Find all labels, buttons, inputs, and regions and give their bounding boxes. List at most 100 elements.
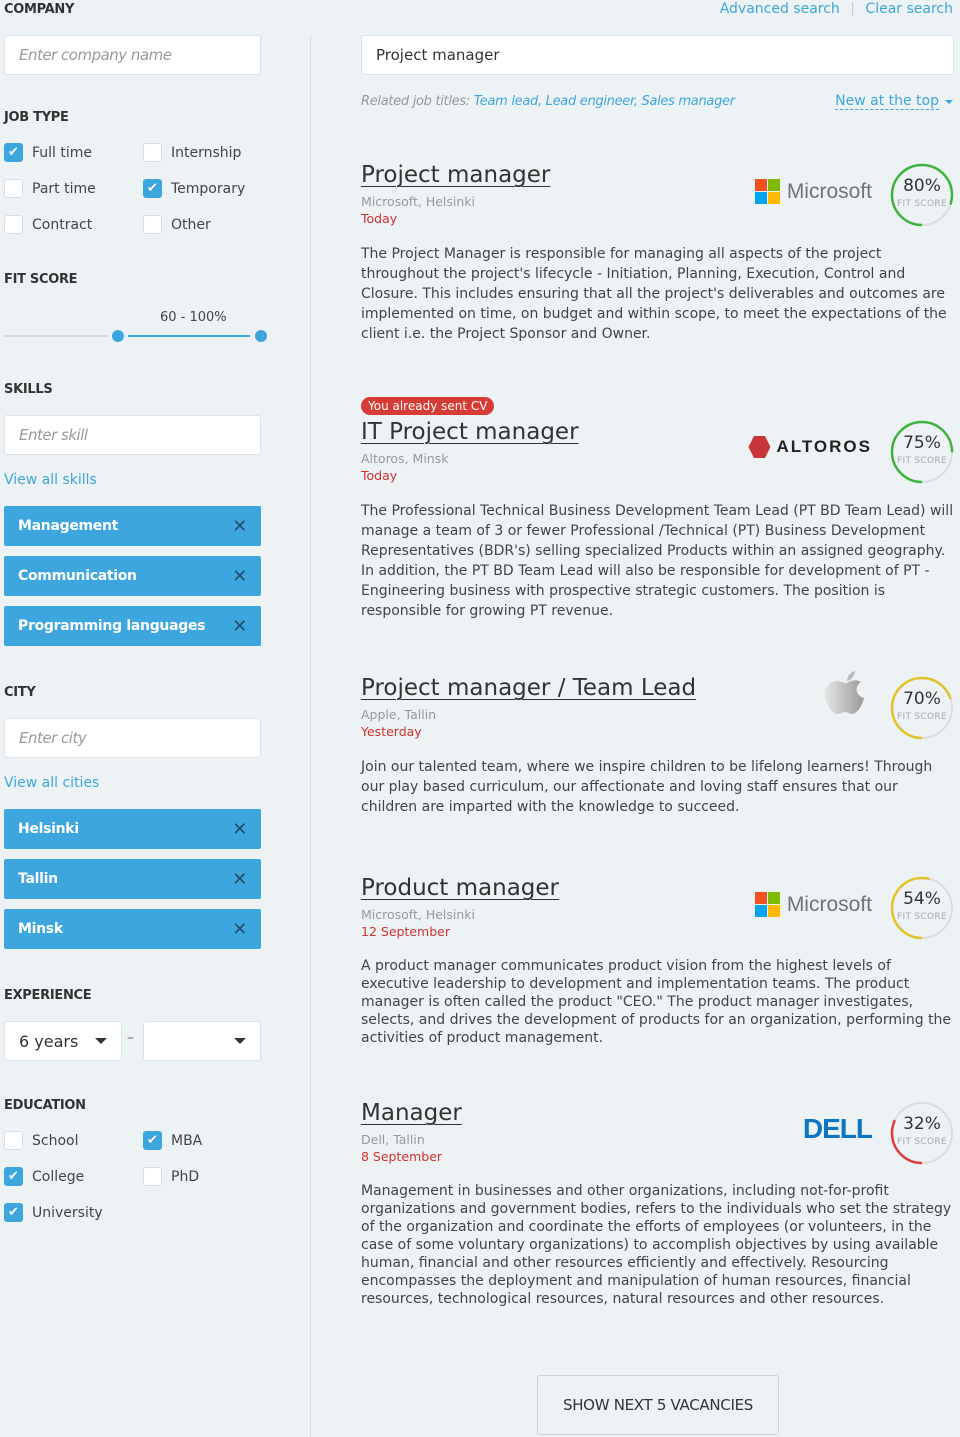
- close-icon[interactable]: ✕: [232, 919, 247, 940]
- slider-max-handle[interactable]: [255, 330, 267, 342]
- tag-label: Programming languages: [18, 618, 206, 634]
- company-heading: COMPANY: [4, 2, 75, 17]
- job-type-option[interactable]: ✔ Temporary: [143, 179, 245, 198]
- job-date: Today: [361, 211, 398, 226]
- checkbox[interactable]: [4, 1131, 23, 1150]
- job-search-input[interactable]: Project manager: [361, 35, 954, 75]
- tag-label: Communication: [18, 568, 137, 584]
- job-type-option[interactable]: ✔ Full time: [4, 143, 92, 162]
- job-date: 12 September: [361, 924, 450, 939]
- checkbox[interactable]: ✔: [143, 179, 162, 198]
- fit-score-value: 75%: [903, 433, 941, 453]
- close-icon[interactable]: ✕: [232, 616, 247, 637]
- checkbox[interactable]: ✔: [4, 1167, 23, 1186]
- slider-range: [128, 335, 250, 337]
- job-description: Join our talented team, where we inspire…: [361, 759, 933, 815]
- experience-from-select[interactable]: 6 years: [4, 1021, 122, 1061]
- job-date: 8 September: [361, 1149, 443, 1164]
- skill-tag: Programming languages ✕: [4, 606, 261, 646]
- city-tag: Minsk ✕: [4, 909, 261, 949]
- checkbox[interactable]: [143, 143, 162, 162]
- checkbox[interactable]: [143, 1167, 162, 1186]
- checkbox-label: Other: [171, 216, 211, 233]
- checkbox-label: Internship: [171, 144, 242, 161]
- job-card: Project manager / Team Lead Apple, Talli…: [361, 671, 954, 817]
- chevron-down-icon: [234, 1038, 246, 1044]
- skill-tag: Management ✕: [4, 506, 261, 546]
- advanced-search-link[interactable]: Advanced search: [720, 1, 840, 17]
- company-placeholder: Enter company name: [19, 46, 172, 64]
- caret-down-icon: [945, 99, 953, 104]
- header-links: Advanced search | Clear search: [720, 1, 953, 17]
- checkbox[interactable]: [4, 215, 23, 234]
- experience-to-select[interactable]: [143, 1021, 261, 1061]
- range-dash: –: [127, 1030, 134, 1046]
- checkbox-label: Part time: [32, 180, 96, 197]
- company-input[interactable]: Enter company name: [4, 35, 261, 75]
- job-type-option[interactable]: Part time: [4, 179, 96, 198]
- fit-score-ring: 32% FIT SCORE: [890, 1101, 954, 1165]
- separator: |: [850, 1, 855, 17]
- fit-score-ring: 80% FIT SCORE: [890, 163, 954, 227]
- chevron-down-icon: [95, 1038, 107, 1044]
- job-card: Manager Dell, Tallin 8 September Managem…: [361, 1100, 954, 1308]
- job-card: You already sent CV IT Project manager A…: [361, 397, 954, 621]
- job-card: Project manager Microsoft, Helsinki Toda…: [361, 162, 954, 344]
- close-icon[interactable]: ✕: [232, 516, 247, 537]
- checkbox[interactable]: ✔: [4, 1203, 23, 1222]
- education-option[interactable]: School: [4, 1131, 78, 1150]
- checkbox-label: Temporary: [171, 180, 246, 197]
- fit-score-value: 54%: [903, 889, 941, 909]
- related-links[interactable]: Team lead, Lead engineer, Sales manager: [474, 94, 735, 109]
- skill-placeholder: Enter skill: [19, 426, 88, 444]
- checkbox[interactable]: [143, 215, 162, 234]
- checkbox-label: College: [32, 1168, 85, 1185]
- company-logo: Microsoft: [754, 892, 872, 917]
- clear-search-link[interactable]: Clear search: [865, 1, 953, 17]
- search-value: Project manager: [376, 46, 500, 64]
- fit-score-label: FIT SCORE: [897, 456, 947, 466]
- job-title-link[interactable]: Manager: [361, 1100, 462, 1126]
- city-heading: CITY: [4, 685, 36, 700]
- checkbox-label: PhD: [171, 1168, 200, 1185]
- education-option[interactable]: ✔ College: [4, 1167, 84, 1186]
- job-title-link[interactable]: Project manager: [361, 162, 550, 188]
- job-type-option[interactable]: Contract: [4, 215, 92, 234]
- experience-from-value: 6 years: [19, 1031, 79, 1051]
- job-description: Management in businesses and other organ…: [361, 1183, 952, 1307]
- checkbox-label: Contract: [32, 216, 93, 233]
- city-input[interactable]: Enter city: [4, 718, 261, 758]
- job-title-link[interactable]: Product manager: [361, 875, 559, 901]
- skill-input[interactable]: Enter skill: [4, 415, 261, 455]
- slider-min-handle[interactable]: [112, 330, 124, 342]
- fit-score-value: 80%: [903, 176, 941, 196]
- tag-label: Management: [18, 518, 119, 534]
- view-all-skills-link[interactable]: View all skills: [4, 472, 97, 488]
- show-next-vacancies-button[interactable]: SHOW NEXT 5 VACANCIES: [537, 1375, 779, 1435]
- company-logo: [822, 665, 872, 729]
- close-icon[interactable]: ✕: [232, 566, 247, 587]
- sort-dropdown[interactable]: New at the top: [835, 93, 953, 110]
- checkbox[interactable]: ✔: [143, 1131, 162, 1150]
- job-type-option[interactable]: Internship: [143, 143, 241, 162]
- education-option[interactable]: PhD: [143, 1167, 199, 1186]
- city-placeholder: Enter city: [19, 729, 87, 747]
- close-icon[interactable]: ✕: [232, 869, 247, 890]
- job-date: Today: [361, 468, 398, 483]
- skill-tag: Communication ✕: [4, 556, 261, 596]
- job-type-option[interactable]: Other: [143, 215, 211, 234]
- education-option[interactable]: ✔ MBA: [143, 1131, 202, 1150]
- job-description: The Professional Technical Business Deve…: [361, 503, 954, 619]
- checkbox[interactable]: [4, 179, 23, 198]
- checkbox[interactable]: ✔: [4, 143, 23, 162]
- job-title-link[interactable]: Project manager / Team Lead: [361, 675, 696, 701]
- education-option[interactable]: ✔ University: [4, 1203, 103, 1222]
- fit-score-label: FIT SCORE: [897, 1137, 947, 1147]
- tag-label: Tallin: [18, 871, 58, 887]
- view-all-cities-link[interactable]: View all cities: [4, 775, 99, 791]
- checkbox-label: MBA: [171, 1132, 203, 1149]
- fit-score-ring: 54% FIT SCORE: [890, 876, 954, 940]
- fit-score-ring: 70% FIT SCORE: [890, 676, 954, 740]
- close-icon[interactable]: ✕: [232, 819, 247, 840]
- job-title-link[interactable]: IT Project manager: [361, 419, 579, 445]
